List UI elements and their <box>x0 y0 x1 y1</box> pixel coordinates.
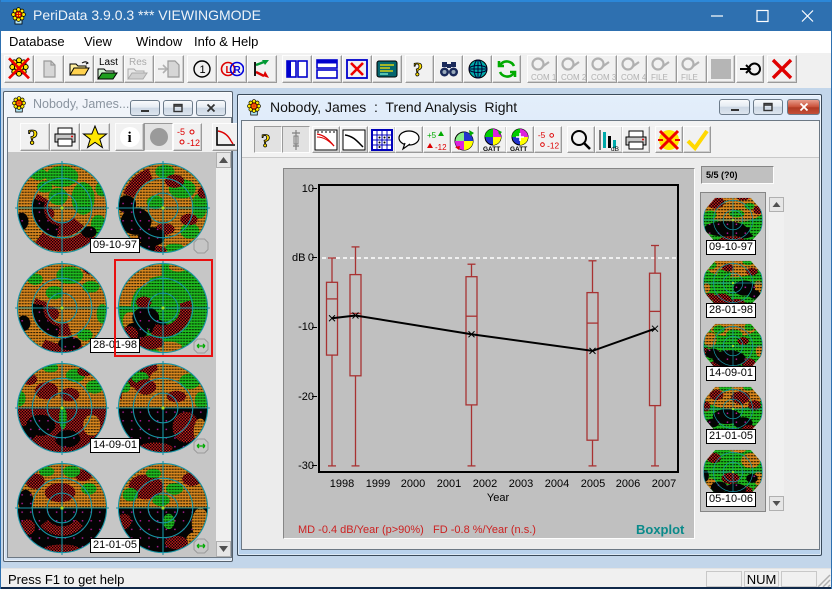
svg-text:+5: +5 <box>427 131 437 140</box>
svg-text:?: ? <box>27 126 38 150</box>
svg-text:COM 3: COM 3 <box>591 73 616 82</box>
svg-text:i: i <box>127 130 131 146</box>
svg-text:FILE: FILE <box>651 73 668 82</box>
svg-text:1: 1 <box>200 64 206 76</box>
svg-text:COM 1: COM 1 <box>531 73 556 82</box>
svg-text:Last: Last <box>99 57 118 68</box>
svg-text:R: R <box>234 65 242 76</box>
svg-text:Res: Res <box>129 57 147 68</box>
svg-text:?: ? <box>261 131 271 152</box>
svg-text:-5: -5 <box>177 127 185 137</box>
svg-text:-5: -5 <box>538 130 546 140</box>
svg-text:dB: dB <box>611 146 619 152</box>
svg-text:-12: -12 <box>547 140 559 150</box>
svg-text:?: ? <box>413 59 423 81</box>
svg-text:GATT: GATT <box>483 146 500 152</box>
svg-text:COM 4: COM 4 <box>621 73 646 82</box>
svg-text:-12: -12 <box>435 143 447 152</box>
svg-text:GATT: GATT <box>510 146 527 152</box>
svg-text:FILE: FILE <box>681 73 698 82</box>
svg-text:COM 2: COM 2 <box>561 73 586 82</box>
svg-text:-12: -12 <box>187 138 200 148</box>
